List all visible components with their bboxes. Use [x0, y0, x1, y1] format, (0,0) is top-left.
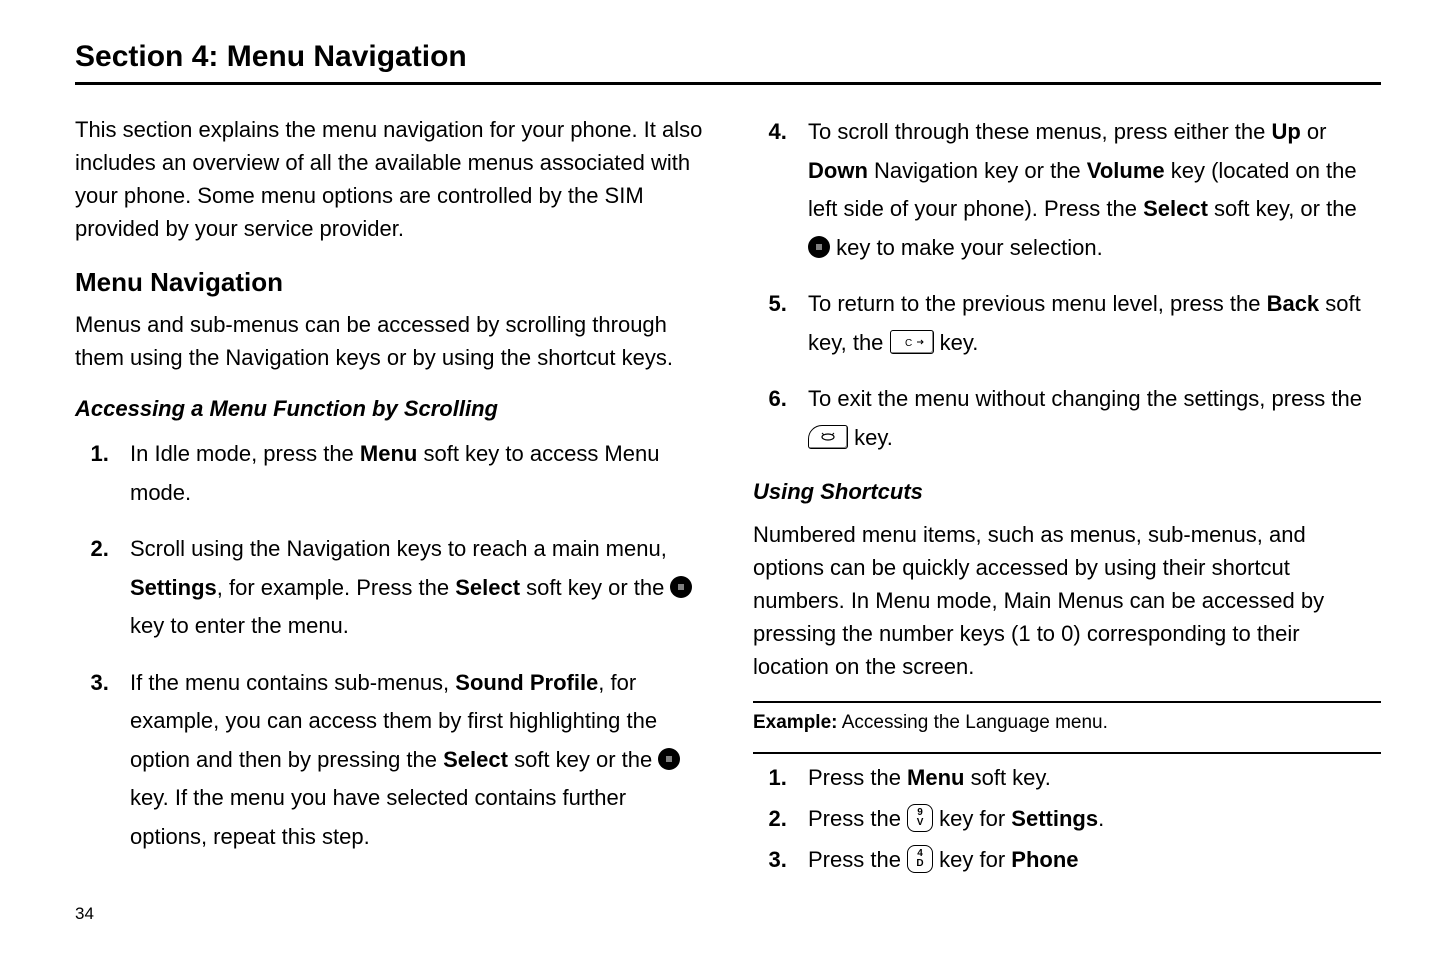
step-4-text-c: or [1301, 119, 1327, 144]
menu-softkey-label: Menu [360, 441, 417, 466]
ex-step-1: Press the Menu soft key. [793, 760, 1381, 795]
steps-list-left: In Idle mode, press the Menu soft key to… [75, 435, 703, 856]
ex-step-2-b: key for [933, 806, 1011, 831]
phone-label: Phone [1011, 847, 1078, 872]
c-key-icon: C [890, 330, 934, 354]
settings-label: Settings [1011, 806, 1098, 831]
page-number: 34 [75, 904, 1381, 924]
back-softkey-label: Back [1267, 291, 1320, 316]
num-4-key-icon: 4D [907, 845, 933, 873]
step-1: In Idle mode, press the Menu soft key to… [115, 435, 703, 512]
step-5-text-d: key. [934, 330, 979, 355]
example-steps-list: Press the Menu soft key. Press the 9V ke… [753, 760, 1381, 878]
step-5: To return to the previous menu level, pr… [793, 285, 1381, 362]
ex-step-1-c: soft key. [965, 765, 1051, 790]
step-3-text-f: key. If the menu you have selected conta… [130, 785, 626, 849]
select-softkey-label-3: Select [1143, 196, 1208, 221]
ok-key-icon [808, 236, 830, 258]
step-2-text-e: soft key or the [520, 575, 670, 600]
example-bottom-rule [753, 752, 1381, 754]
content-columns: This section explains the menu navigatio… [75, 113, 1381, 904]
menu-nav-body: Menus and sub-menus can be accessed by s… [75, 308, 703, 374]
step-6-text-b: key. [848, 425, 893, 450]
heading-using-shortcuts: Using Shortcuts [753, 475, 1381, 508]
step-2: Scroll using the Navigation keys to reac… [115, 530, 703, 646]
key-9-bot: V [917, 818, 924, 828]
settings-menu-label: Settings [130, 575, 217, 600]
sound-profile-label: Sound Profile [455, 670, 598, 695]
ex-step-2-a: Press the [808, 806, 907, 831]
step-3: If the menu contains sub-menus, Sound Pr… [115, 664, 703, 857]
volume-key-label: Volume [1087, 158, 1165, 183]
step-3-text-a: If the menu contains sub-menus, [130, 670, 455, 695]
heading-menu-navigation: Menu Navigation [75, 263, 703, 302]
left-column: This section explains the menu navigatio… [75, 113, 703, 904]
step-3-text-e: soft key or the [508, 747, 658, 772]
shortcuts-body: Numbered menu items, such as menus, sub-… [753, 518, 1381, 683]
example-top-rule [753, 701, 1381, 703]
step-4-text-i: soft key, or the [1208, 196, 1357, 221]
steps-list-right: To scroll through these menus, press eit… [753, 113, 1381, 457]
step-6-text-a: To exit the menu without changing the se… [808, 386, 1362, 411]
step-2-text-c: , for example. Press the [217, 575, 455, 600]
ex-step-2-d: . [1098, 806, 1104, 831]
ex-step-1-a: Press the [808, 765, 907, 790]
example-line: Example: Accessing the Language menu. [753, 709, 1381, 738]
example-label: Example: [753, 712, 837, 733]
ok-key-icon [670, 576, 692, 598]
step-2-text-f: key to enter the menu. [130, 613, 349, 638]
step-6: To exit the menu without changing the se… [793, 380, 1381, 457]
select-softkey-label-2: Select [443, 747, 508, 772]
ex-step-3-a: Press the [808, 847, 907, 872]
step-4: To scroll through these menus, press eit… [793, 113, 1381, 267]
ex-step-3: Press the 4D key for Phone [793, 842, 1381, 877]
ok-key-icon [658, 748, 680, 770]
ex-step-3-b: key for [933, 847, 1011, 872]
step-4-text-e: Navigation key or the [868, 158, 1087, 183]
num-9-key-icon: 9V [907, 804, 933, 832]
step-5-text-a: To return to the previous menu level, pr… [808, 291, 1267, 316]
menu-softkey-label-2: Menu [907, 765, 964, 790]
select-softkey-label: Select [455, 575, 520, 600]
step-4-text-a: To scroll through these menus, press eit… [808, 119, 1271, 144]
key-4-bot: D [916, 859, 923, 869]
end-key-icon [808, 425, 848, 449]
down-key-label: Down [808, 158, 868, 183]
heading-accessing-scrolling: Accessing a Menu Function by Scrolling [75, 392, 703, 425]
step-2-text-a: Scroll using the Navigation keys to reac… [130, 536, 667, 561]
section-title: Section 4: Menu Navigation [75, 40, 1381, 74]
intro-paragraph: This section explains the menu navigatio… [75, 113, 703, 245]
right-column: To scroll through these menus, press eit… [753, 113, 1381, 904]
ex-step-2: Press the 9V key for Settings. [793, 801, 1381, 836]
svg-text:C: C [905, 338, 912, 349]
up-key-label: Up [1271, 119, 1300, 144]
title-divider [75, 82, 1381, 85]
step-1-text-a: In Idle mode, press the [130, 441, 360, 466]
step-4-text-j: key to make your selection. [830, 235, 1103, 260]
example-text: Accessing the Language menu. [837, 712, 1107, 733]
